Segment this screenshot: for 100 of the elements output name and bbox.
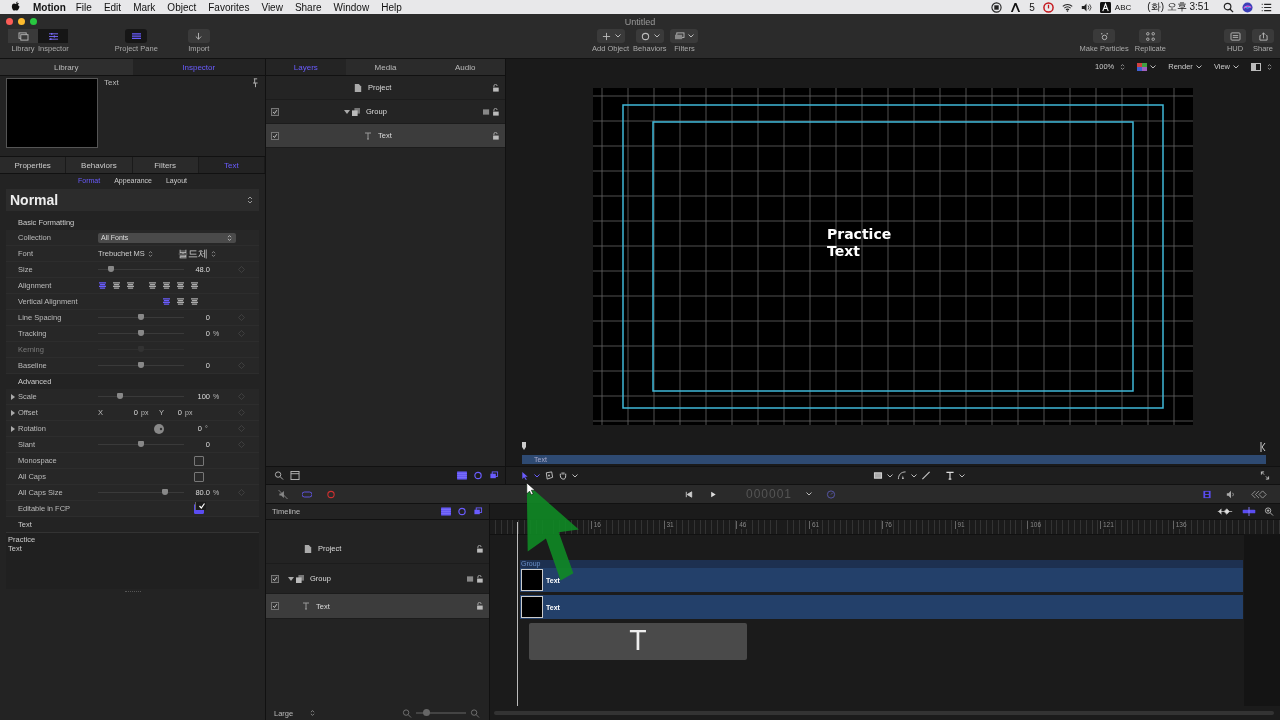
alignment-button[interactable] [176, 298, 185, 305]
font-style-popup[interactable]: 볼드체 [178, 246, 216, 261]
checkbox[interactable] [194, 455, 204, 466]
toolbar-button[interactable] [1093, 29, 1116, 43]
disclosure-triangle-icon[interactable] [10, 409, 16, 416]
toolbar-toggle[interactable] [38, 29, 69, 43]
toolbar-button[interactable] [1252, 29, 1274, 43]
alignment-button[interactable] [176, 282, 185, 289]
caret-icon[interactable] [887, 473, 893, 478]
lock-icon[interactable] [492, 107, 499, 116]
apple-icon[interactable] [11, 1, 21, 13]
panel-tab[interactable]: Library [0, 59, 133, 75]
slider-thumb[interactable] [138, 330, 144, 336]
menu-item[interactable]: File [75, 1, 92, 13]
menu-item[interactable]: Edit [103, 1, 122, 13]
zoom-in-icon[interactable] [1264, 507, 1274, 516]
layers-icon[interactable] [473, 507, 483, 516]
alignment-button[interactable] [98, 282, 107, 289]
snapping-icon[interactable] [1240, 507, 1258, 516]
zoom-out-icon[interactable] [402, 708, 412, 718]
layer-checkbox[interactable] [271, 131, 279, 140]
panel-tab[interactable]: Audio [425, 59, 505, 75]
toolbar-button[interactable] [125, 29, 148, 43]
layer-checkbox[interactable] [271, 602, 279, 610]
rotation-dial[interactable] [154, 423, 164, 434]
circle-icon[interactable] [473, 471, 483, 480]
pen-tool-icon[interactable] [897, 471, 907, 480]
assistant-orb-icon[interactable] [1242, 1, 1253, 13]
menu-item[interactable]: Share [294, 1, 322, 13]
layer-checkbox[interactable] [271, 107, 279, 116]
slider-thumb[interactable] [162, 489, 169, 495]
input-source-icon[interactable] [1099, 1, 1111, 13]
menu-clock[interactable]: (화) 오후 3:51 [1147, 0, 1209, 14]
hand-icon[interactable] [558, 471, 568, 480]
checker-icon[interactable] [441, 507, 451, 516]
toolbar-button[interactable] [1139, 29, 1162, 43]
menu-item[interactable]: Favorites [208, 1, 250, 13]
rectangle-tool-icon[interactable] [873, 471, 883, 480]
play-icon[interactable] [708, 489, 718, 499]
preset-dropdown[interactable]: Normal [6, 189, 259, 211]
alignment-button[interactable] [112, 282, 121, 289]
alignment-button[interactable] [162, 282, 171, 289]
resize-grip[interactable] [124, 591, 141, 594]
text-tool-icon[interactable] [945, 471, 955, 480]
film-icon[interactable] [1202, 489, 1212, 499]
disclosure-triangle-icon[interactable] [10, 393, 16, 400]
caret-icon[interactable] [959, 473, 965, 478]
input-source[interactable]: ABC [1114, 2, 1132, 12]
panel-tab[interactable]: Media [345, 59, 426, 75]
disclosure-triangle-icon[interactable] [10, 425, 16, 432]
checkbox[interactable] [194, 471, 204, 482]
transform-tool-icon[interactable] [544, 471, 554, 480]
select-tool-icon[interactable] [520, 471, 530, 480]
wifi-icon[interactable] [1061, 1, 1073, 13]
letter-a-icon[interactable] [1010, 1, 1022, 13]
checkbox[interactable] [194, 503, 204, 514]
layers-icon[interactable] [489, 471, 499, 480]
checker-icon[interactable] [457, 471, 467, 480]
caret-icon[interactable] [534, 473, 540, 478]
list-icon[interactable] [1261, 1, 1272, 13]
lock-icon[interactable] [476, 574, 483, 583]
pin-icon[interactable] [252, 78, 259, 88]
thumbnail-icon[interactable] [290, 471, 300, 480]
minimize-button[interactable] [18, 18, 25, 25]
slider-thumb[interactable] [116, 393, 123, 399]
mask-icon[interactable] [467, 574, 474, 583]
circle-icon[interactable] [457, 507, 467, 516]
slider-thumb[interactable] [107, 266, 114, 272]
mute-icon[interactable] [278, 489, 288, 499]
lock-icon[interactable] [476, 602, 483, 610]
lock-icon[interactable] [492, 131, 499, 140]
search-icon[interactable] [274, 471, 284, 480]
playhead-icon[interactable] [521, 442, 527, 452]
lock-icon[interactable] [476, 544, 483, 553]
toolbar-button[interactable] [187, 29, 210, 43]
canvas-text[interactable]: Practice Text [827, 226, 892, 260]
menu-item[interactable]: Window [333, 1, 370, 13]
alignment-button[interactable] [190, 282, 199, 289]
caret-icon[interactable] [572, 473, 578, 478]
brush-icon[interactable] [921, 471, 931, 480]
go-to-start-icon[interactable] [684, 489, 694, 499]
alignment-button[interactable] [190, 298, 199, 305]
toolbar-button[interactable] [670, 29, 699, 43]
caret-icon[interactable] [806, 492, 813, 496]
keyframe-navigator-icon[interactable] [1216, 507, 1234, 516]
toolbar-button[interactable] [635, 29, 664, 43]
disclosure-triangle-icon[interactable] [344, 108, 350, 115]
mask-icon[interactable] [483, 107, 490, 116]
toolbar-button[interactable] [1224, 29, 1246, 43]
slider-thumb[interactable] [138, 314, 144, 320]
object-tab[interactable]: Filters [132, 157, 199, 173]
zoom-button[interactable] [30, 18, 37, 25]
menu-item[interactable]: Mark [133, 1, 156, 13]
app-menu[interactable]: Motion [33, 1, 66, 13]
menu-item[interactable]: View [261, 1, 283, 13]
slider-thumb[interactable] [138, 362, 144, 368]
color-channels-dropdown[interactable] [1137, 62, 1157, 71]
slider-thumb[interactable] [423, 709, 430, 716]
out-point-icon[interactable] [1260, 442, 1266, 452]
lock-icon[interactable] [492, 83, 499, 92]
